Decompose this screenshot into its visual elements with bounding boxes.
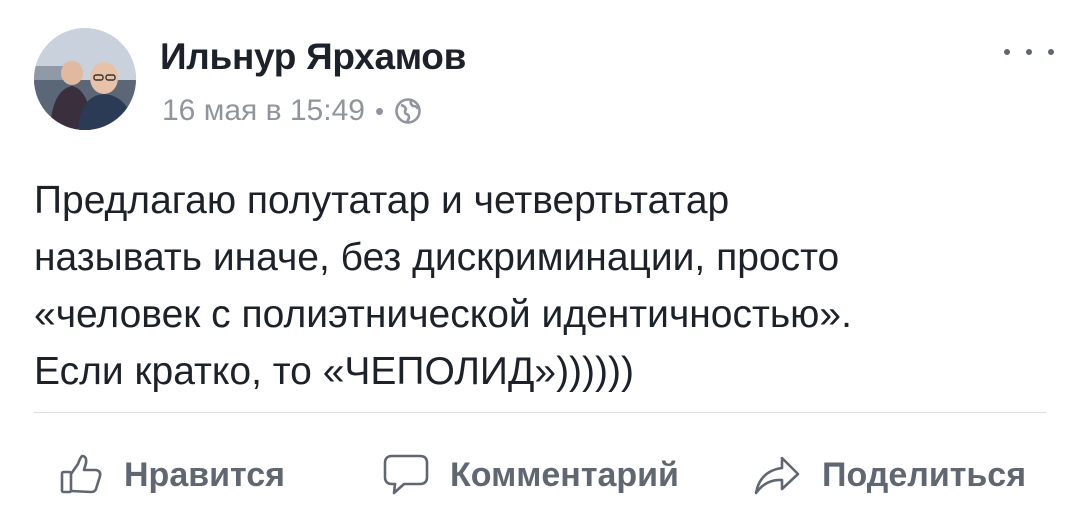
share-button[interactable]: Поделиться [752, 440, 1026, 510]
share-label: Поделиться [822, 455, 1027, 494]
post-text-line: Предлагаю полутатар и четвертьтатар [34, 179, 730, 222]
divider [34, 412, 1046, 413]
post-text-line: «человек с полиэтнической идентичностью»… [34, 293, 852, 336]
comment-button[interactable]: Комментарий [382, 440, 679, 510]
post-timestamp[interactable]: 16 мая в 15:49 [162, 94, 365, 128]
post-text-line: Если кратко, то «ЧЕПОЛИД»)))))) [34, 350, 634, 393]
meta-separator: • [374, 95, 385, 126]
globe-icon [395, 98, 421, 124]
like-button[interactable]: Нравится [58, 440, 285, 510]
share-icon [754, 456, 800, 495]
post-text-line: называть иначе, без дискриминации, прост… [34, 236, 840, 279]
more-options-icon[interactable] [1004, 40, 1054, 64]
like-label: Нравится [124, 455, 285, 494]
comment-label: Комментарий [450, 455, 679, 494]
action-bar: Нравится Комментарий Поделиться [0, 440, 1080, 510]
author-name[interactable]: Ильнур Ярхамов [160, 36, 466, 78]
avatar[interactable] [34, 28, 136, 130]
post-meta: 16 мая в 15:49 • [162, 94, 422, 128]
post-text: Предлагаю полутатар и четвертьтатар назы… [34, 172, 1044, 400]
thumbs-up-icon [60, 454, 102, 494]
avatar-photo [34, 28, 136, 130]
post-card: Ильнур Ярхамов 16 мая в 15:49 • Предлага… [0, 0, 1080, 523]
comment-icon [383, 454, 429, 495]
